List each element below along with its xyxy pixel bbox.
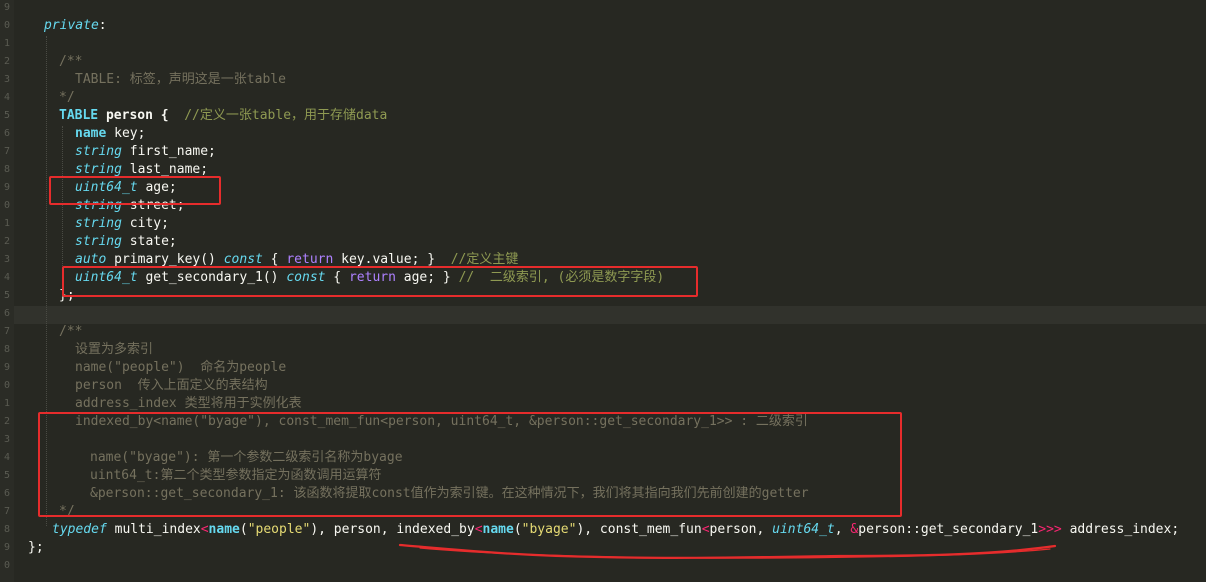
annotation-underline — [398, 543, 1057, 559]
